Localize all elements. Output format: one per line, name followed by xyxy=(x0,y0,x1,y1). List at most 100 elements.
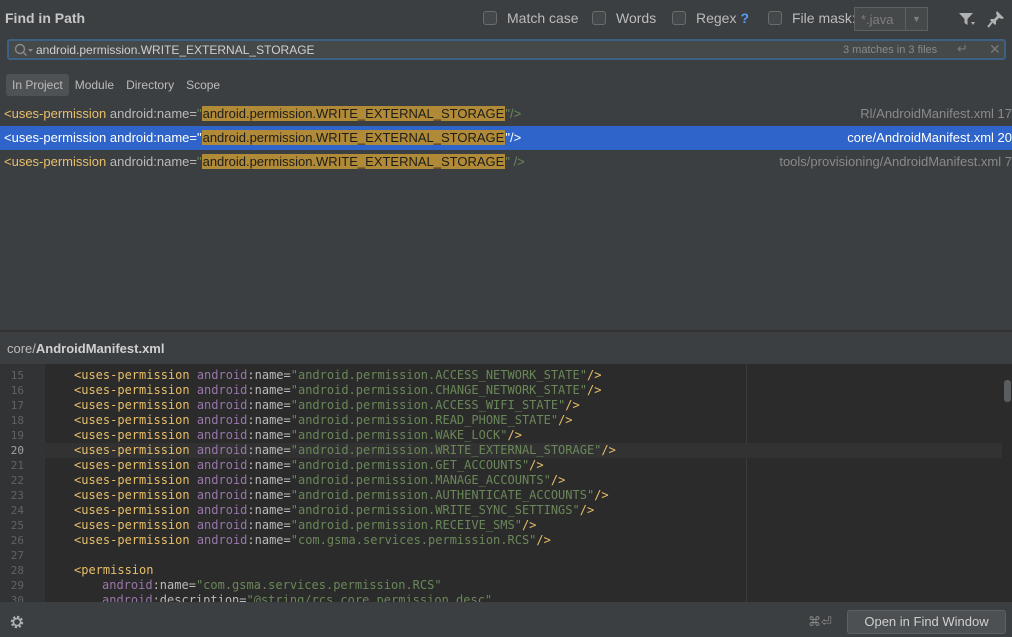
result-code: <uses-permission android:name="android.p… xyxy=(4,106,521,121)
result-row[interactable]: <uses-permission android:name="android.p… xyxy=(0,150,1012,174)
words-option[interactable]: Words xyxy=(592,10,656,26)
code-attribute: :name= xyxy=(247,428,291,442)
result-file: core/AndroidManifest.xml 20 xyxy=(847,130,1012,145)
code-namespace: android xyxy=(189,398,248,412)
line-number: 20 xyxy=(10,444,24,457)
match-case-option[interactable]: Match case xyxy=(483,10,579,26)
result-row[interactable]: <uses-permission android:name="android.p… xyxy=(0,102,1012,126)
code-preview[interactable]: 15 <uses-permission android:name="android… xyxy=(0,364,1012,602)
pin-icon[interactable] xyxy=(986,9,1006,29)
code-line: <uses-permission android:name="android.p… xyxy=(74,413,573,427)
code-tag-end: /> xyxy=(529,458,544,472)
result-file: tools/provisioning/AndroidManifest.xml 7 xyxy=(779,154,1012,169)
code-namespace: android xyxy=(189,473,248,487)
code-namespace: android xyxy=(189,443,248,457)
result-match: android.permission.WRITE_EXTERNAL_STORAG… xyxy=(201,154,506,169)
dialog-header: Find in Path Match case Words Regex ? Fi… xyxy=(0,0,1012,38)
code-tag-end: /> xyxy=(565,398,580,412)
result-row-selected[interactable]: <uses-permission android:name="android.p… xyxy=(0,126,1012,150)
result-attr: android:name= xyxy=(109,106,197,121)
tab-directory[interactable]: Directory xyxy=(120,74,180,96)
result-code: <uses-permission android:name="android.p… xyxy=(4,130,521,145)
result-tail: "/> xyxy=(505,130,522,145)
code-attribute: :name= xyxy=(247,473,291,487)
code-attribute: :name= xyxy=(247,383,291,397)
code-tag: <uses-permission xyxy=(74,518,190,532)
code-namespace: android xyxy=(189,458,248,472)
open-in-find-window-button[interactable]: Open in Find Window xyxy=(847,610,1006,634)
code-tag: <uses-permission xyxy=(74,488,190,502)
result-file: Rl/AndroidManifest.xml 17 xyxy=(860,106,1012,121)
tab-module[interactable]: Module xyxy=(69,74,120,96)
code-line: <uses-permission android:name="android.p… xyxy=(74,368,601,382)
search-icon[interactable] xyxy=(14,43,34,57)
code-string: "android.permission.MANAGE_ACCOUNTS" xyxy=(290,473,551,487)
code-tag: <uses-permission xyxy=(74,368,190,382)
regex-help-icon[interactable]: ? xyxy=(740,10,749,26)
scrollbar-thumb[interactable] xyxy=(1004,380,1011,402)
code-tag-end: /> xyxy=(586,383,602,397)
code-string: "com.gsma.services.permission.RCS" xyxy=(290,533,537,547)
result-attr: android:name= xyxy=(109,130,197,145)
line-number: 24 xyxy=(10,504,24,517)
code-attribute: :name= xyxy=(247,413,291,427)
new-line-icon[interactable]: ↵ xyxy=(957,41,968,57)
tab-in-project[interactable]: In Project xyxy=(6,74,69,96)
code-line: <uses-permission android:name="android.p… xyxy=(74,473,565,487)
gear-icon[interactable] xyxy=(9,614,25,630)
code-tag: <uses-permission xyxy=(74,458,190,472)
code-string: "android.permission.WRITE_SYNC_SETTINGS" xyxy=(290,503,580,517)
search-input[interactable]: android.permission.WRITE_EXTERNAL_STORAG… xyxy=(36,43,315,57)
line-number: 27 xyxy=(10,549,24,562)
code-line: <uses-permission android:name="android.p… xyxy=(74,398,580,412)
code-tag-end: /> xyxy=(507,428,522,442)
tab-scope[interactable]: Scope xyxy=(180,74,226,96)
code-line: <uses-permission android:name="android.p… xyxy=(74,428,522,442)
code-namespace: android xyxy=(189,488,248,502)
match-count: 3 matches in 3 files xyxy=(843,44,938,56)
filter-icon[interactable] xyxy=(957,9,977,29)
words-label: Words xyxy=(616,10,657,26)
code-tag: <uses-permission xyxy=(74,533,190,547)
regex-checkbox[interactable] xyxy=(672,11,686,25)
code-line: <uses-permission android:name="com.gsma.… xyxy=(74,533,551,547)
line-number: 29 xyxy=(10,579,24,592)
result-tag: <uses-permission xyxy=(4,106,107,121)
code-namespace: android xyxy=(189,383,248,397)
result-attr: android:name= xyxy=(109,154,197,169)
code-attribute: :name= xyxy=(247,398,291,412)
code-string: "android.permission.RECEIVE_SMS" xyxy=(290,518,522,532)
result-tag: <uses-permission xyxy=(4,130,107,145)
code-line: <uses-permission android:name="android.p… xyxy=(74,443,616,457)
code-line: android:description="@string/rcs_core_pe… xyxy=(102,593,492,602)
clear-icon[interactable]: ✕ xyxy=(989,41,1001,58)
result-code: <uses-permission android:name="android.p… xyxy=(4,154,525,169)
regex-option[interactable]: Regex ? xyxy=(672,10,749,26)
code-line: <permission xyxy=(74,563,153,577)
results-list: <uses-permission android:name="android.p… xyxy=(0,102,1012,174)
code-tag-end: /> xyxy=(558,413,573,427)
code-tag: <uses-permission xyxy=(74,473,190,487)
file-mask-dropdown-icon[interactable]: ▼ xyxy=(906,7,928,31)
code-string: "android.permission.AUTHENTICATE_ACCOUNT… xyxy=(290,488,595,502)
file-mask-input[interactable]: *.java xyxy=(854,7,906,31)
words-checkbox[interactable] xyxy=(592,11,606,25)
preview-path-file: AndroidManifest.xml xyxy=(35,341,165,356)
match-case-checkbox[interactable] xyxy=(483,11,497,25)
code-tag-end: /> xyxy=(586,368,602,382)
search-field[interactable]: android.permission.WRITE_EXTERNAL_STORAG… xyxy=(7,39,1006,60)
file-mask-checkbox[interactable] xyxy=(768,11,782,25)
result-quote: " xyxy=(196,154,202,169)
regex-label: Regex xyxy=(696,10,737,26)
code-tag: <permission xyxy=(74,563,154,577)
result-quote: " xyxy=(196,130,202,145)
code-tag-end: /> xyxy=(594,488,609,502)
code-tag-end: /> xyxy=(536,533,551,547)
code-namespace: android xyxy=(189,368,248,382)
code-line: <uses-permission android:name="android.p… xyxy=(74,518,536,532)
match-case-label: Match case xyxy=(507,10,579,26)
code-namespace: android xyxy=(189,428,248,442)
file-mask-option[interactable]: File mask: xyxy=(768,10,856,26)
line-number: 15 xyxy=(10,369,24,382)
splitter[interactable] xyxy=(0,330,1012,332)
